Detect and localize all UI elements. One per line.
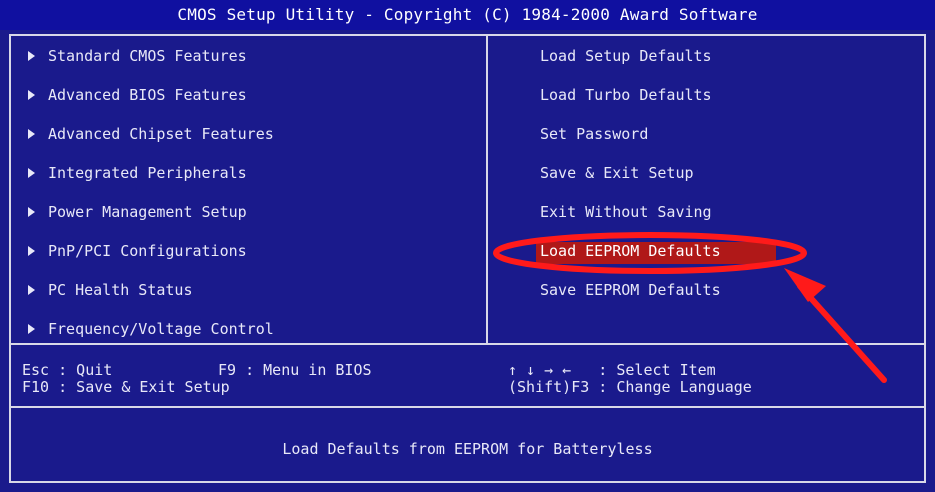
pointer-arrow-icon [784,268,887,383]
annotation-overlay [493,232,887,383]
highlight-circle [493,232,807,274]
